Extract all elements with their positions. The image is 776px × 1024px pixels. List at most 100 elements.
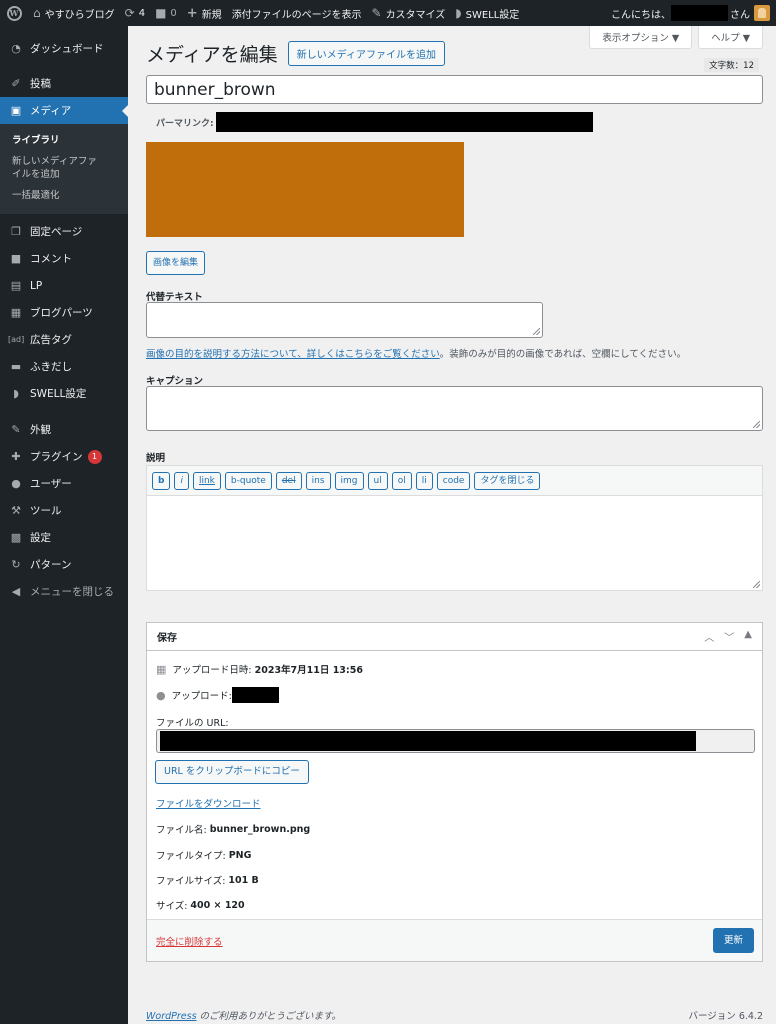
greeting-suffix: さん (730, 9, 750, 21)
updates-count: 4 (138, 7, 146, 19)
update-button[interactable]: 更新 (712, 928, 754, 953)
alt-text-help-link[interactable]: 画像の目的を説明する方法について、詳しくはこちらをご覧ください (146, 349, 440, 360)
qt-italic-button[interactable]: i (174, 471, 189, 490)
qt-code-button[interactable]: code (436, 471, 471, 490)
sidebar-item-patterns[interactable]: ↻ パターン (0, 551, 128, 578)
sidebar-item-pages[interactable]: ❐ 固定ページ (0, 218, 128, 245)
page-title: メディアを編集 (146, 44, 278, 66)
footer-version: バージョン 6.4.2 (688, 1011, 763, 1022)
customize-link[interactable]: ✎ カスタマイズ (367, 0, 451, 26)
add-new-media-button[interactable]: 新しいメディアファイルを追加 (287, 41, 445, 66)
page-icon: ❐ (11, 225, 21, 238)
delete-permanently-link[interactable]: 完全に削除する (156, 934, 223, 948)
dashboard-icon: ◔ (11, 42, 21, 55)
caption-field[interactable] (146, 386, 763, 431)
postbox-header: 保存 ︿ ﹀ ▲ (147, 623, 762, 651)
sidebar-item-lp[interactable]: ▤ LP (0, 272, 128, 299)
move-up-icon[interactable]: ︿ (704, 629, 714, 644)
screen-options-button[interactable]: 表示オプション ▼ (589, 26, 693, 49)
sidebar-item-label: 固定ページ (30, 226, 83, 238)
my-account[interactable]: こんにちは、 さん (606, 0, 776, 26)
qt-ins-button[interactable]: ins (305, 471, 331, 490)
qt-bold-button[interactable]: b (152, 471, 171, 490)
sidebar-item-balloons[interactable]: ▬ ふきだし (0, 353, 128, 380)
sidebar-item-appearance[interactable]: ✎ 外観 (0, 416, 128, 443)
file-name-value: bunner_brown.png (209, 823, 311, 835)
sidebar-item-tools[interactable]: ⚒ ツール (0, 497, 128, 524)
site-name-link[interactable]: ⌂ やすひらブログ (28, 0, 120, 26)
qt-del-button[interactable]: del (275, 471, 302, 490)
sidebar-item-posts[interactable]: ✐ 投稿 (0, 70, 128, 97)
wordpress-logo-icon[interactable]: W (0, 0, 28, 26)
brush-icon: ✎ (371, 6, 382, 20)
wordpress-link[interactable]: WordPress (146, 1011, 197, 1022)
sidebar-item-ad-tags[interactable]: [ad] 広告タグ (0, 326, 128, 353)
qt-ol-button[interactable]: ol (391, 471, 412, 490)
alt-text-label: 代替テキスト (146, 292, 203, 303)
view-attachment-label: 添付ファイルのページを表示 (231, 9, 362, 21)
ad-icon: [ad] (8, 335, 25, 344)
comments-count: 0 (170, 7, 177, 19)
redacted-file-url (160, 731, 696, 751)
alt-text-field[interactable] (146, 302, 543, 338)
download-file-link[interactable]: ファイルをダウンロード (156, 796, 261, 810)
postbox-handles: ︿ ﹀ ▲ (704, 629, 762, 644)
swell-settings-link[interactable]: ◗ SWELL設定 (450, 0, 524, 26)
layout-icon: ▦ (10, 306, 22, 319)
qt-img-button[interactable]: img (334, 471, 364, 490)
sidebar-item-label: 設定 (30, 532, 51, 544)
redacted-permalink (215, 112, 593, 132)
submenu-add-new[interactable]: 新しいメディアファイルを追加 (0, 151, 116, 185)
admin-sidebar: ◔ ダッシュボード ✐ 投稿 ▣ メディア ライブラリ 新しいメディアファイルを追加 … (0, 26, 128, 1024)
char-count: 文字数：12 (704, 58, 759, 72)
file-type-value: PNG (228, 849, 252, 861)
file-size-row: ファイルサイズ: 101 B (156, 873, 259, 888)
file-type-label: ファイルタイプ: (156, 851, 226, 862)
move-down-icon[interactable]: ﹀ (724, 629, 734, 644)
file-size-value: 101 B (228, 874, 259, 886)
toggle-panel-icon[interactable]: ▲ (744, 629, 752, 644)
sidebar-item-users[interactable]: ● ユーザー (0, 470, 128, 497)
comments-link[interactable]: ■ 0 (150, 0, 182, 26)
plugin-icon: ✚ (11, 450, 21, 463)
footer-thanks: のご利用ありがとうございます。 (196, 1011, 342, 1022)
description-textarea[interactable] (147, 496, 762, 590)
qt-li-button[interactable]: li (415, 471, 433, 490)
view-attachment-link[interactable]: 添付ファイルのページを表示 (227, 0, 367, 26)
qt-close-tags-button[interactable]: タグを閉じる (474, 471, 541, 490)
sidebar-item-media[interactable]: ▣ メディア (0, 97, 128, 124)
copy-url-button[interactable]: URL をクリップボードにコピー (155, 760, 309, 784)
home-icon: ⌂ (33, 6, 41, 20)
sidebar-item-blog-parts[interactable]: ▦ ブログパーツ (0, 299, 128, 326)
user-icon: ● (11, 477, 21, 490)
redacted-uploader (231, 687, 279, 703)
help-button[interactable]: ヘルプ ▼ (698, 26, 763, 49)
postbox-footer: 完全に削除する 更新 (147, 919, 762, 961)
pattern-icon: ↻ (11, 558, 21, 571)
submenu-bulk-optimize[interactable]: 一括最適化 (0, 185, 128, 206)
submenu-library[interactable]: ライブラリ (0, 130, 128, 151)
sidebar-item-comments[interactable]: ■ コメント (0, 245, 128, 272)
qt-blockquote-button[interactable]: b-quote (224, 471, 272, 490)
sidebar-item-dashboard[interactable]: ◔ ダッシュボード (0, 35, 128, 62)
updates-link[interactable]: ⟳ 4 (120, 0, 150, 26)
edit-image-button[interactable]: 画像を編集 (146, 251, 206, 275)
collapse-menu-button[interactable]: ◀ メニューを閉じる (0, 578, 128, 605)
uploaded-on-label: アップロード日時: (172, 665, 252, 676)
permalink-label: パーマリンク: (156, 118, 214, 129)
comment-icon: ■ (10, 252, 22, 265)
new-content-link[interactable]: + 新規 (182, 0, 227, 26)
title-input[interactable]: bunner_brown (146, 75, 763, 104)
updates-icon: ⟳ (124, 6, 135, 20)
sidebar-item-plugins[interactable]: ✚ プラグイン 1 (0, 443, 128, 470)
resize-grip-icon (753, 421, 760, 428)
sidebar-item-label: ブログパーツ (30, 307, 93, 319)
sidebar-item-settings[interactable]: ▩ 設定 (0, 524, 128, 551)
site-name: やすひらブログ (44, 9, 115, 21)
qt-ul-button[interactable]: ul (367, 471, 388, 490)
dimensions-row: サイズ: 400 × 120 (156, 898, 245, 913)
file-url-field[interactable] (156, 729, 755, 753)
bubble-icon: ▬ (10, 360, 22, 373)
qt-link-button[interactable]: link (192, 471, 221, 490)
sidebar-item-swell-settings[interactable]: ◗ SWELL設定 (0, 380, 128, 407)
